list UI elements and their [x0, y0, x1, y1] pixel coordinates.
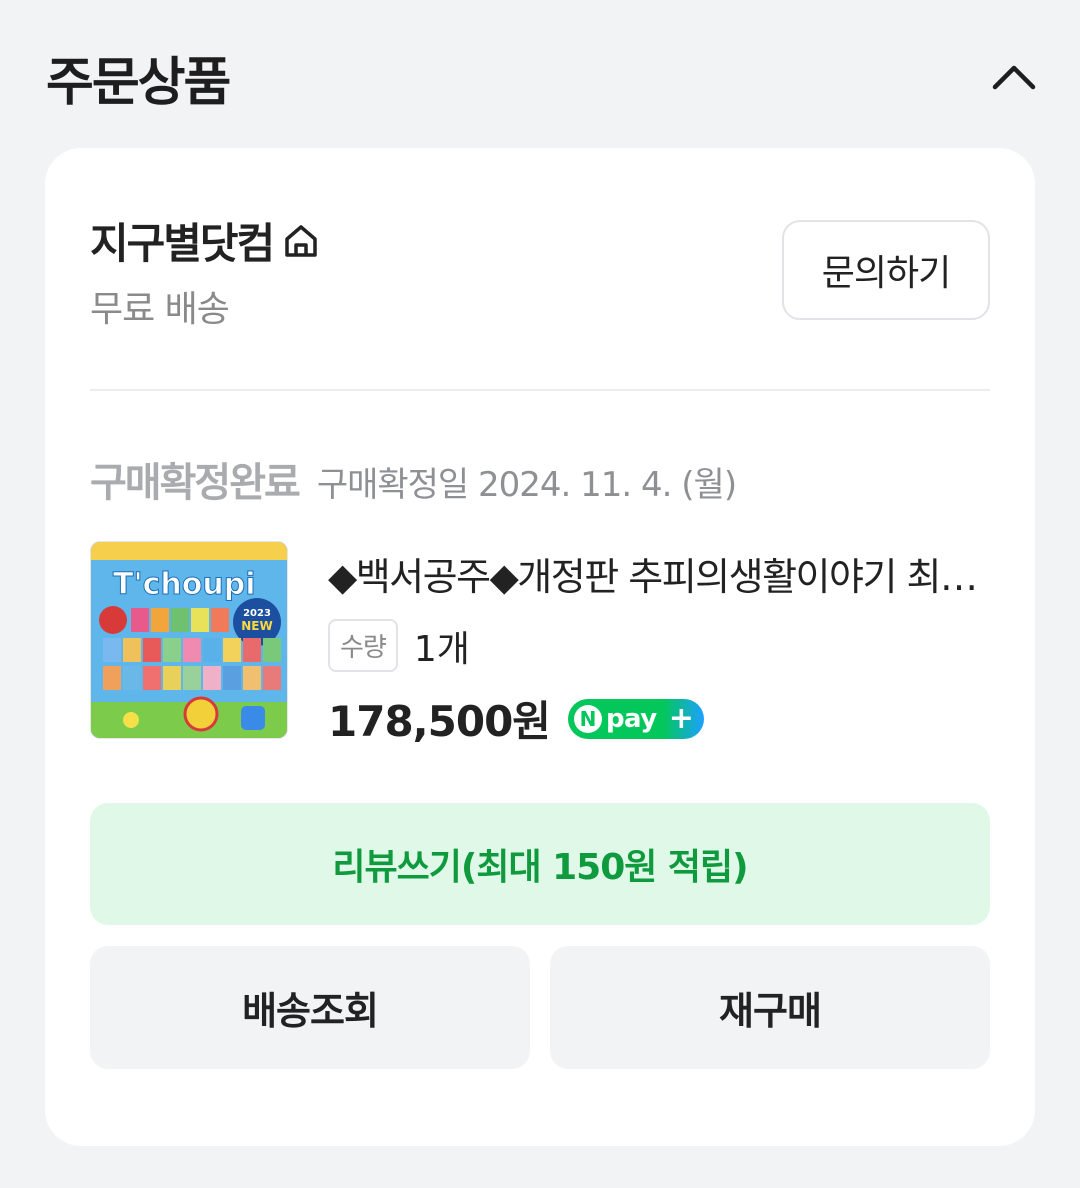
order-products-header: 주문상품 — [46, 40, 1040, 120]
shipping-info: 무료 배송 — [90, 289, 230, 330]
seller-name: 지구별닷컴 — [90, 219, 275, 268]
order-card: 지구별닷컴 무료 배송 문의하기 구매확정완료 구매확정일 2024. 11. … — [45, 148, 1035, 1146]
quantity-value: 1개 — [413, 628, 470, 670]
thumb-new: NEW — [241, 619, 272, 633]
quantity-label: 수량 — [328, 619, 398, 672]
product-image: T'choupi 2023 NEW — [91, 542, 287, 738]
track-delivery-button[interactable]: 배송조회 — [90, 946, 530, 1069]
price-row: 178,500원 N pay + — [328, 688, 990, 749]
price: 178,500원 — [328, 697, 551, 746]
status-label: 구매확정완료 — [90, 460, 301, 506]
product-name[interactable]: ◆백서공주◆개정판 추피의생활이야기 최신판 전집 — [328, 546, 990, 601]
npay-text: pay — [605, 703, 657, 734]
purchase-status: 구매확정완료 구매확정일 2024. 11. 4. (월) — [90, 450, 737, 508]
seller-row: 지구별닷컴 무료 배송 문의하기 — [90, 210, 990, 330]
quantity-row: 수량 1개 — [328, 619, 990, 672]
inquiry-button[interactable]: 문의하기 — [782, 220, 990, 320]
chevron-up-icon — [992, 65, 1036, 90]
product-info: ◆백서공주◆개정판 추피의생활이야기 최신판 전집 수량 1개 178,500원… — [328, 546, 990, 749]
plus-icon: + — [668, 701, 694, 736]
thumb-title: T'choupi — [113, 567, 256, 602]
collapse-button[interactable] — [988, 50, 1040, 102]
divider — [90, 389, 990, 391]
thumb-year: 2023 — [243, 608, 271, 619]
npay-plus-badge: N pay + — [567, 698, 704, 739]
home-icon — [285, 224, 317, 257]
product-thumbnail[interactable]: T'choupi 2023 NEW — [90, 541, 288, 739]
seller-link[interactable]: 지구별닷컴 — [90, 210, 321, 271]
npay-n-icon: N — [573, 704, 602, 733]
rebuy-button[interactable]: 재구매 — [550, 946, 990, 1069]
write-review-button[interactable]: 리뷰쓰기(최대 150원 적립) — [90, 803, 990, 925]
confirm-date: 구매확정일 2024. 11. 4. (월) — [316, 465, 737, 505]
section-title: 주문상품 — [46, 53, 231, 113]
